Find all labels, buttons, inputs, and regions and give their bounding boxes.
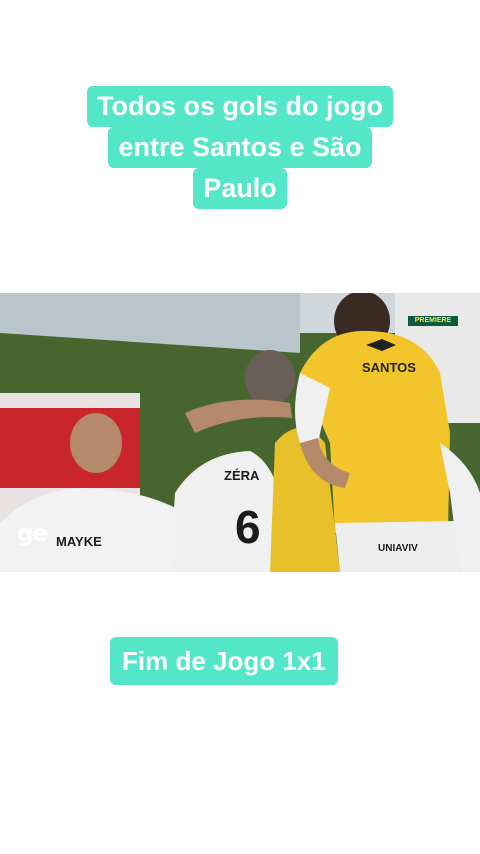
live-label: AO VIVO [418, 326, 448, 333]
video-scene: MAYKE ZÉRA 6 SANTOS UNIAVIV [0, 293, 480, 572]
premiere-label: PREMIERE [408, 316, 458, 326]
player-left-name: MAYKE [56, 534, 102, 549]
title-caption-line-1: Todos os gols do jogo [87, 86, 393, 127]
title-caption-line-2: entre Santos e São [108, 127, 372, 168]
end-caption: Fim de Jogo 1x1 [110, 637, 338, 685]
player-center-head [245, 350, 295, 406]
broadcast-badge: PREMIERE AO VIVO [408, 316, 458, 334]
player-center-name: ZÉRA [224, 468, 260, 483]
title-caption: Todos os gols do jogo entre Santos e São… [0, 86, 480, 209]
shorts-sponsor-text: UNIAVIV [378, 543, 418, 554]
title-caption-line-3: Paulo [193, 168, 287, 209]
player-left-head [70, 413, 122, 473]
player-center-number: 6 [235, 501, 261, 553]
player-right-vest-text: SANTOS [362, 360, 416, 375]
video-frame[interactable]: MAYKE ZÉRA 6 SANTOS UNIAVIV ge PREMIERE … [0, 293, 480, 572]
ge-logo: ge [17, 521, 48, 547]
